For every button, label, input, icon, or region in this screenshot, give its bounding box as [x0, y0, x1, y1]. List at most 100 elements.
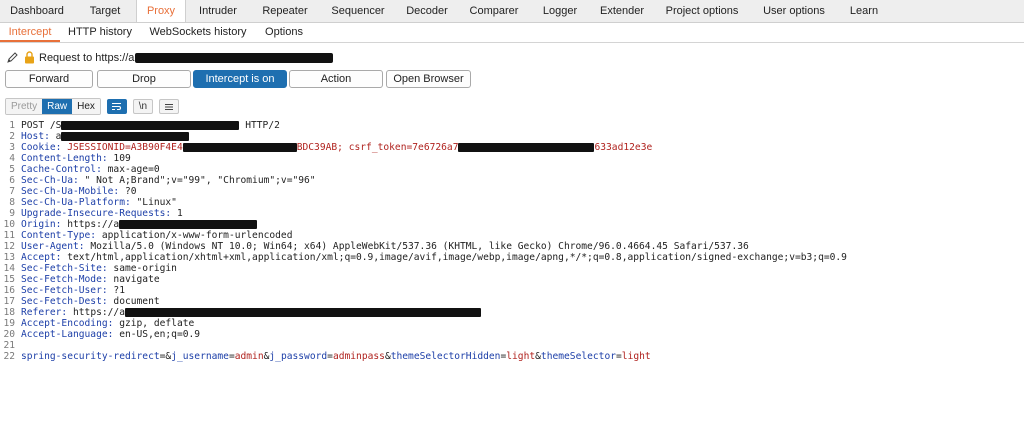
header-value: application/x-www-form-urlencoded	[96, 230, 293, 241]
editor-line: 22 spring-security-redirect=&j_username=a…	[0, 351, 1024, 362]
header-value: " Not A;Brand";v="99", "Chromium";v="96"	[78, 175, 316, 186]
editor-line: 2 Host: a	[0, 131, 1024, 142]
editor-line: 16 Sec-Fetch-User: ?1	[0, 285, 1024, 296]
subtab-options[interactable]: Options	[256, 23, 312, 42]
tab-repeater[interactable]: Repeater	[250, 0, 320, 22]
editor-line: 12 User-Agent: Mozilla/5.0 (Windows NT 10…	[0, 241, 1024, 252]
line-number: 11	[3, 230, 15, 241]
http-version: HTTP/2	[239, 120, 280, 131]
header-key: User-Agent:	[21, 241, 85, 252]
param-key: j_password	[269, 351, 328, 362]
view-mode-selector: Pretty Raw Hex	[5, 98, 101, 115]
line-number: 18	[3, 307, 15, 318]
main-tab-bar: Dashboard Target Proxy Intruder Repeater…	[0, 0, 1024, 23]
line-number: 13	[3, 252, 15, 263]
open-browser-button[interactable]: Open Browser	[386, 70, 471, 88]
header-key: Sec-Fetch-Mode:	[21, 274, 108, 285]
editor-line: 8 Sec-Ch-Ua-Platform: "Linux"	[0, 197, 1024, 208]
tab-decoder[interactable]: Decoder	[396, 0, 458, 22]
header-key: Sec-Fetch-Site:	[21, 263, 108, 274]
param-value: adminpass	[332, 351, 385, 362]
request-line-start: POST /S	[21, 120, 62, 131]
tab-project-options[interactable]: Project options	[654, 0, 750, 22]
editor-line: 15 Sec-Fetch-Mode: navigate	[0, 274, 1024, 285]
line-number: 7	[9, 186, 15, 197]
line-number: 8	[9, 197, 15, 208]
editor-line: 14 Sec-Fetch-Site: same-origin	[0, 263, 1024, 274]
cookie-jsessionid: JSESSIONID=A3B90F4E4	[61, 142, 183, 153]
drop-button[interactable]: Drop	[97, 70, 191, 88]
redacted-referer	[124, 307, 481, 317]
tab-user-options[interactable]: User options	[750, 0, 838, 22]
request-editor[interactable]: 1 POST /S HTTP/2 2 Host: a 3 Cookie: JSESSI…	[0, 120, 1024, 445]
redacted-origin	[119, 219, 258, 229]
cookie-csrf-token-end: 633ad12e3e	[594, 142, 653, 153]
intercept-toggle-button[interactable]: Intercept is on	[193, 70, 287, 88]
redacted-session	[182, 142, 297, 152]
tab-proxy[interactable]: Proxy	[136, 0, 186, 22]
editor-line: 6 Sec-Ch-Ua: " Not A;Brand";v="99", "Chro…	[0, 175, 1024, 186]
editor-toolbar: Pretty Raw Hex \n	[5, 98, 179, 115]
header-key: Sec-Fetch-User:	[21, 285, 108, 296]
tab-target[interactable]: Target	[74, 0, 136, 22]
editor-line: 5 Cache-Control: max-age=0	[0, 164, 1024, 175]
tab-extender[interactable]: Extender	[590, 0, 654, 22]
pencil-icon[interactable]	[6, 51, 20, 65]
editor-line: 9 Upgrade-Insecure-Requests: 1	[0, 208, 1024, 219]
header-value: gzip, deflate	[113, 318, 195, 329]
pretty-view-button[interactable]: Pretty	[6, 99, 43, 114]
tab-intruder[interactable]: Intruder	[186, 0, 250, 22]
header-value: navigate	[107, 274, 160, 285]
tab-logger[interactable]: Logger	[530, 0, 590, 22]
header-value: ?0	[119, 186, 137, 197]
editor-line: 17 Sec-Fetch-Dest: document	[0, 296, 1024, 307]
redacted-host	[135, 53, 334, 63]
line-number: 5	[9, 164, 15, 175]
show-newlines-button[interactable]: \n	[132, 99, 153, 114]
header-value: a	[49, 131, 62, 142]
header-key: Cache-Control:	[21, 164, 102, 175]
editor-line: 1 POST /S HTTP/2	[0, 120, 1024, 131]
header-value: 109	[107, 153, 131, 164]
tab-sequencer[interactable]: Sequencer	[320, 0, 396, 22]
header-value: same-origin	[107, 263, 177, 274]
tab-comparer[interactable]: Comparer	[458, 0, 530, 22]
header-key: Cookie:	[21, 142, 62, 153]
tab-learn[interactable]: Learn	[838, 0, 890, 22]
cookie-csrf-token: csrf_token=7e6726a7	[342, 142, 459, 153]
menu-icon[interactable]	[158, 99, 179, 114]
hex-view-button[interactable]: Hex	[72, 99, 100, 114]
header-key: Referer:	[21, 307, 68, 318]
subtab-http-history[interactable]: HTTP history	[60, 23, 140, 42]
raw-view-button[interactable]: Raw	[42, 99, 73, 114]
tab-dashboard[interactable]: Dashboard	[0, 0, 74, 22]
action-button[interactable]: Action	[289, 70, 383, 88]
param-key: j_username	[171, 351, 229, 362]
header-value: https://a	[61, 219, 120, 230]
line-number: 17	[3, 296, 15, 307]
editor-line: 11 Content-Type: application/x-www-form-u…	[0, 230, 1024, 241]
line-number: 9	[9, 208, 15, 219]
wrap-lines-icon[interactable]	[106, 99, 127, 114]
header-key: Sec-Ch-Ua:	[21, 175, 79, 186]
header-key: Content-Type:	[21, 230, 97, 241]
header-value: ?1	[107, 285, 125, 296]
header-key: Host:	[21, 131, 50, 142]
header-value: en-US,en;q=0.9	[113, 329, 201, 340]
line-number: 19	[3, 318, 15, 329]
subtab-websockets-history[interactable]: WebSockets history	[140, 23, 256, 42]
editor-line: 21	[0, 340, 1024, 351]
forward-button[interactable]: Forward	[5, 70, 93, 88]
request-target-label: Request to https://a	[39, 52, 135, 64]
redacted-path	[61, 120, 240, 130]
editor-line: 19 Accept-Encoding: gzip, deflate	[0, 318, 1024, 329]
editor-line: 18 Referer: https://a	[0, 307, 1024, 318]
line-number: 10	[3, 219, 15, 230]
param-value: light	[506, 351, 536, 362]
header-key: Sec-Ch-Ua-Platform:	[21, 197, 131, 208]
line-number: 20	[3, 329, 15, 340]
subtab-intercept[interactable]: Intercept	[0, 23, 60, 42]
line-number: 12	[3, 241, 15, 252]
redacted-host	[61, 131, 190, 141]
line-number: 1	[9, 120, 15, 131]
